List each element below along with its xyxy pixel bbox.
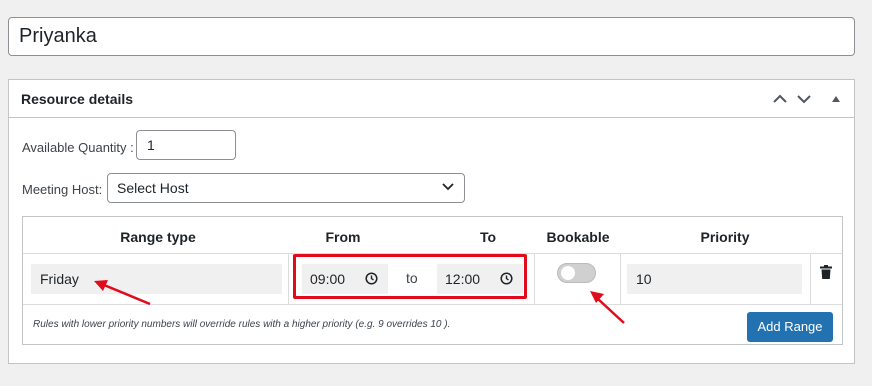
header-to: To xyxy=(479,229,497,245)
header-priority: Priority xyxy=(700,229,750,245)
toggle-panel-button[interactable] xyxy=(826,89,846,109)
header-range-type: Range type xyxy=(120,229,196,245)
move-down-button[interactable] xyxy=(794,89,814,109)
triangle-up-icon xyxy=(832,96,840,102)
column-divider xyxy=(288,254,289,304)
add-range-button[interactable]: Add Range xyxy=(747,312,833,342)
quantity-label: Available Quantity : xyxy=(22,140,134,155)
column-divider xyxy=(620,254,621,304)
resource-details-panel: Resource details Available Quantity : 1 … xyxy=(8,79,855,364)
chevron-down-icon xyxy=(797,95,811,104)
header-bookable: Bookable xyxy=(546,229,610,245)
quantity-input[interactable]: 1 xyxy=(136,130,236,160)
priority-field[interactable]: 10 xyxy=(627,264,802,294)
panel-title: Resource details xyxy=(21,91,134,107)
panel-header: Resource details xyxy=(9,80,854,118)
title-input[interactable]: Priyanka xyxy=(8,17,855,56)
header-from: From xyxy=(325,229,361,245)
annotation-highlight-box xyxy=(293,254,527,299)
move-up-button[interactable] xyxy=(770,89,790,109)
trash-icon xyxy=(820,265,832,279)
host-label: Meeting Host: xyxy=(22,182,103,197)
bookable-toggle[interactable] xyxy=(557,263,596,283)
range-type-field[interactable]: Friday xyxy=(31,264,282,294)
host-select-value: Select Host xyxy=(117,180,189,196)
column-divider xyxy=(810,254,811,304)
priority-note: Rules with lower priority numbers will o… xyxy=(33,319,451,330)
chevron-up-icon xyxy=(773,94,787,103)
footer-divider xyxy=(23,304,842,305)
host-select[interactable]: Select Host xyxy=(107,173,465,203)
toggle-knob xyxy=(561,266,575,280)
select-chevron-icon xyxy=(442,183,454,191)
delete-row-button[interactable] xyxy=(820,265,832,284)
column-divider xyxy=(534,254,535,304)
